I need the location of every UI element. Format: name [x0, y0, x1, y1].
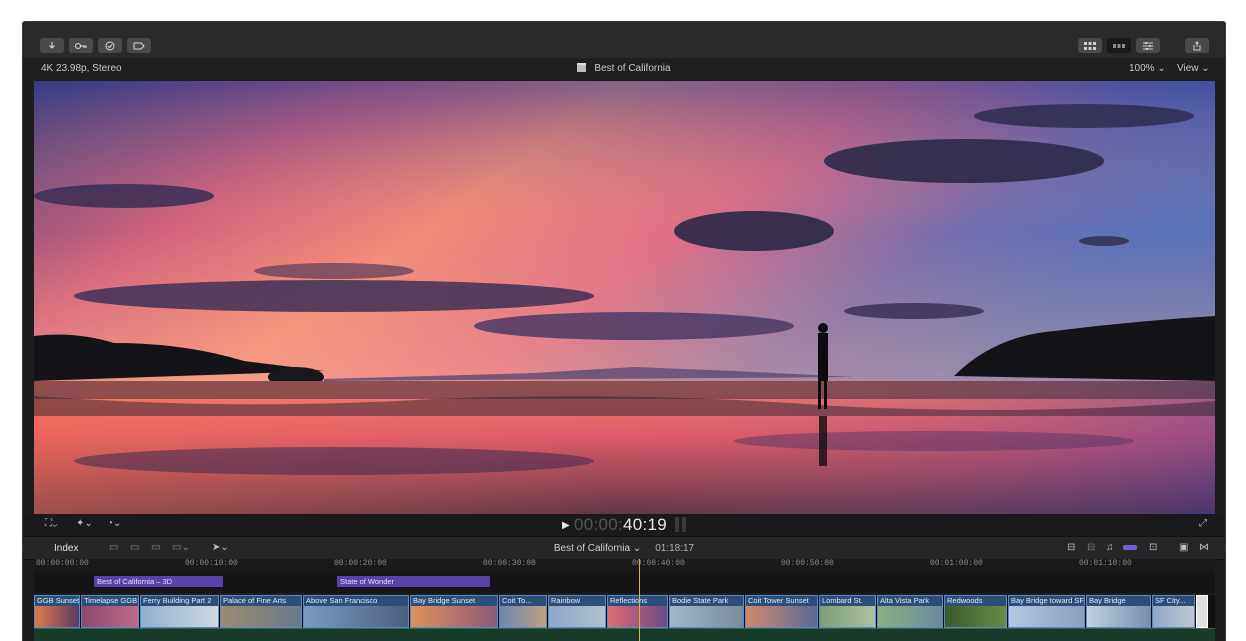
effects-browser-icon[interactable]: ⋈ — [1199, 542, 1209, 553]
fullscreen-icon[interactable]: ⤢ — [1199, 518, 1207, 529]
ruler-tick: 00:00:00:00 — [36, 559, 89, 568]
timeline-clip[interactable]: Lombard St. — [819, 595, 876, 628]
timeline-clip[interactable]: Bay Bridge — [1086, 595, 1151, 628]
import-icon[interactable] — [40, 38, 64, 53]
share-icon[interactable] — [1185, 38, 1209, 53]
project-title: Best of California — [594, 63, 671, 74]
analyze-icon[interactable] — [98, 38, 122, 53]
timeline-header: Index ▭ ▭ ▭ ▭⌄ ➤⌄ Best of California ⌄ 01… — [23, 536, 1225, 560]
solo-icon[interactable] — [1123, 545, 1137, 550]
view-menu[interactable]: View ⌄ — [1177, 63, 1210, 74]
timeline-clip[interactable]: Bay Bridge Sunset — [410, 595, 498, 628]
video-viewer[interactable] — [34, 81, 1215, 514]
snapping-icon[interactable]: ⊡ — [1149, 542, 1157, 553]
viewer-controls: ⛶⌄ ✦⌄ ◔⌄ ▶ 00:00:40:19 ⤢ — [23, 514, 1225, 536]
video-only-icon[interactable]: ⊟ — [1067, 542, 1075, 553]
clip-appearance-icon[interactable]: ▣ — [1179, 542, 1188, 553]
ruler-tick: 00:00:50:00 — [781, 559, 834, 568]
timeline-clip[interactable]: GGB Sunset — [34, 595, 80, 628]
ruler-tick: 00:00:30:00 — [483, 559, 536, 568]
ruler-tick: 00:01:00:00 — [930, 559, 983, 568]
timeline-clip[interactable]: Bay Bridge toward SF — [1008, 595, 1085, 628]
zoom-menu[interactable]: 100% ⌄ — [1129, 63, 1166, 74]
audio-meter — [675, 517, 680, 532]
connected-storyline-row: Best of California – 3D State of Wonder — [34, 573, 1215, 593]
project-menu[interactable]: Best of California — [554, 543, 630, 554]
timeline-ruler[interactable]: 00:00:00:00 00:00:10:00 00:00:20:00 00:0… — [34, 559, 1215, 573]
storyline-clip[interactable]: State of Wonder — [337, 576, 490, 587]
keyword-icon[interactable] — [69, 38, 93, 53]
timeline-project: Best of California ⌄ 01:18:17 — [23, 543, 1225, 554]
timeline-clip[interactable]: Alta Vista Park — [877, 595, 943, 628]
chevron-down-icon[interactable]: ⌄ — [633, 543, 641, 554]
timeline-clip[interactable]: Ferry Building Part 2 — [140, 595, 219, 628]
ruler-tick: 00:01:10:00 — [1079, 559, 1132, 568]
audio-only-icon[interactable]: ⊟ — [1087, 542, 1095, 553]
project-duration: 01:18:17 — [655, 543, 695, 554]
timeline-clip[interactable]: Coit Tower Sunset — [745, 595, 818, 628]
playhead[interactable] — [639, 559, 640, 641]
timeline-clip[interactable]: Timelapse GGB — [81, 595, 139, 628]
sunset-frame — [34, 81, 1215, 514]
timeline-clip[interactable]: SF City... — [1152, 595, 1195, 628]
browser-grid-icon[interactable] — [1078, 38, 1102, 53]
app-window: 4K 23.98p, Stereo Best of California 100… — [22, 21, 1226, 641]
audio-meter — [682, 517, 687, 532]
timeline-clip[interactable]: Bodie State Park — [669, 595, 744, 628]
timeline-clip[interactable]: Redwoods — [944, 595, 1007, 628]
timeline-clip[interactable]: Above San Francisco — [303, 595, 409, 628]
timeline-clip[interactable]: Reflections — [607, 595, 668, 628]
timeline-clip[interactable]: Palace of Fine Arts — [220, 595, 302, 628]
chevron-down-icon: ⌄ — [1201, 63, 1210, 74]
viewer-title: Best of California — [23, 63, 1225, 74]
chevron-down-icon: ⌄ — [1157, 63, 1166, 74]
timeline-clip[interactable]: Rainbow — [548, 595, 606, 628]
play-icon[interactable]: ▶ — [562, 520, 570, 531]
top-toolbar — [23, 22, 1225, 59]
storyline-clip[interactable]: Best of California – 3D — [94, 576, 223, 587]
timecode-display: ▶ 00:00:40:19 — [23, 515, 1225, 535]
audio-waveform-lane[interactable] — [34, 628, 1215, 641]
ruler-tick: 00:00:20:00 — [334, 559, 387, 568]
viewer-info-bar: 4K 23.98p, Stereo Best of California 100… — [23, 58, 1225, 80]
clip-end-marker[interactable] — [1196, 595, 1208, 628]
timeline-clip[interactable]: Coit To... — [499, 595, 547, 628]
clapper-icon — [577, 63, 587, 72]
inspector-icon[interactable] — [1136, 38, 1160, 53]
ruler-tick: 00:00:10:00 — [185, 559, 238, 568]
timeline-icon[interactable] — [1107, 38, 1131, 53]
headphones-icon[interactable]: ♫ — [1106, 542, 1114, 553]
tag-icon[interactable] — [127, 38, 151, 53]
